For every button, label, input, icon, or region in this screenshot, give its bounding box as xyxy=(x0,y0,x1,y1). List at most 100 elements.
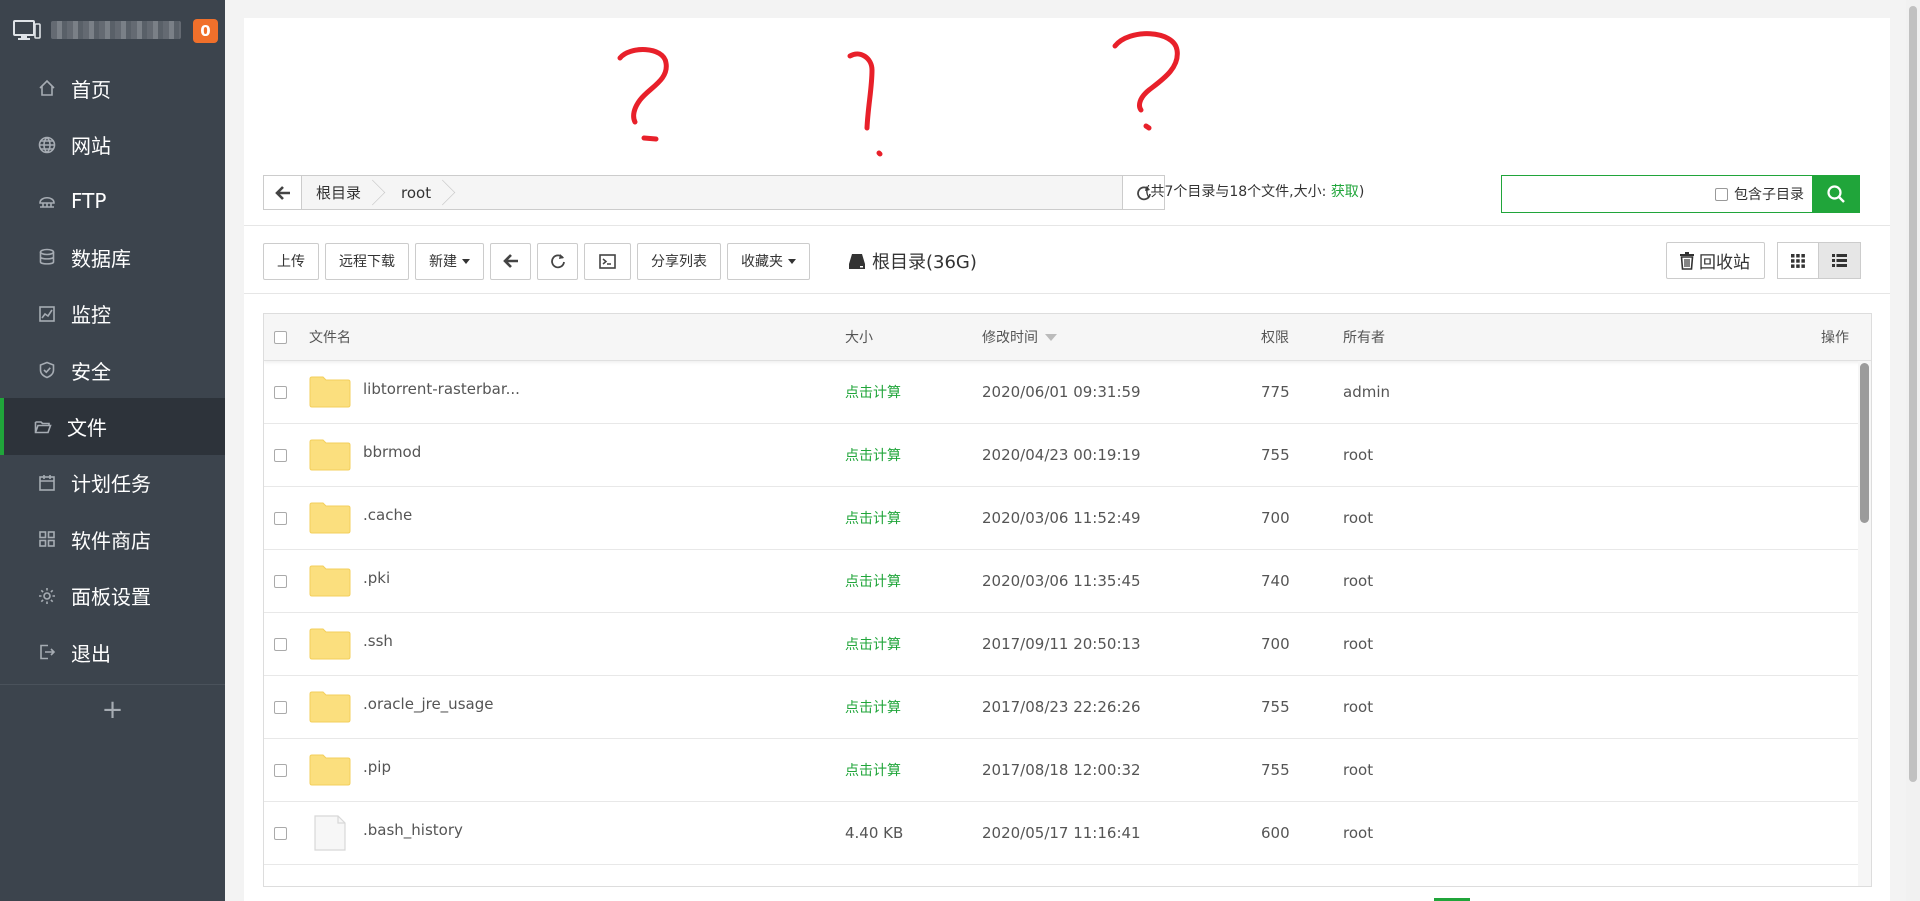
file-size[interactable]: 点击计算 xyxy=(845,760,901,780)
back-button[interactable] xyxy=(263,175,302,210)
file-name[interactable]: .ssh xyxy=(363,632,393,650)
table-row[interactable]: libtorrent-rasterbar... 点击计算 2020/06/01 09… xyxy=(264,361,1858,424)
header-size[interactable]: 大小 xyxy=(845,327,873,347)
file-name-cell[interactable]: .pki xyxy=(309,565,390,597)
file-owner: root xyxy=(1343,824,1374,842)
file-perm[interactable]: 740 xyxy=(1261,572,1290,590)
row-checkbox[interactable] xyxy=(274,826,287,840)
file-name[interactable]: bbrmod xyxy=(363,443,421,461)
file-name-cell[interactable]: .pip xyxy=(309,754,391,786)
table-row[interactable]: .pip 点击计算 2017/08/18 12:00:32 755 root xyxy=(264,739,1858,802)
sidebar-item-database[interactable]: 数据库 xyxy=(0,229,225,285)
favorites-dropdown-button[interactable]: 收藏夹 xyxy=(727,242,810,280)
sidebar-item-calendar[interactable]: 计划任务 xyxy=(0,455,225,511)
get-size-link[interactable]: 获取 xyxy=(1331,184,1359,200)
file-perm[interactable]: 600 xyxy=(1261,824,1290,842)
header-owner[interactable]: 所有者 xyxy=(1343,327,1385,347)
header-name[interactable]: 文件名 xyxy=(309,327,351,347)
search-button[interactable] xyxy=(1812,176,1859,212)
file-name-cell[interactable]: .ssh xyxy=(309,628,393,660)
file-name[interactable]: .pip xyxy=(363,758,391,776)
file-name[interactable]: .oracle_jre_usage xyxy=(363,695,493,713)
file-perm[interactable]: 755 xyxy=(1261,698,1290,716)
table-scrollbar-thumb[interactable] xyxy=(1860,363,1869,523)
monitor-chart-icon xyxy=(37,304,57,324)
file-size[interactable]: 点击计算 xyxy=(845,508,901,528)
row-checkbox[interactable] xyxy=(274,700,287,714)
file-perm[interactable]: 700 xyxy=(1261,509,1290,527)
table-row[interactable]: .ssh 点击计算 2017/09/11 20:50:13 700 root xyxy=(264,613,1858,676)
row-checkbox[interactable] xyxy=(274,763,287,777)
sidebar-item-home[interactable]: 首页 xyxy=(0,60,225,116)
upload-button[interactable]: 上传 xyxy=(263,242,319,280)
table-scrollbar[interactable] xyxy=(1858,361,1871,886)
recycle-bin-button[interactable]: 回收站 xyxy=(1666,242,1765,279)
header-mtime-label: 修改时间 xyxy=(982,330,1038,346)
file-name-cell[interactable]: libtorrent-rasterbar... xyxy=(309,376,520,408)
sidebar-item-globe[interactable]: 网站 xyxy=(0,116,225,172)
row-checkbox[interactable] xyxy=(274,448,287,462)
file-size[interactable]: 点击计算 xyxy=(845,382,901,402)
file-size[interactable]: 点击计算 xyxy=(845,697,901,717)
file-name[interactable]: .bash_history xyxy=(363,821,463,839)
row-checkbox[interactable] xyxy=(274,637,287,651)
share-list-button[interactable]: 分享列表 xyxy=(637,242,721,280)
row-checkbox[interactable] xyxy=(274,574,287,588)
folder-icon xyxy=(309,565,351,597)
file-perm[interactable]: 775 xyxy=(1261,383,1290,401)
include-subdir-option[interactable]: 包含子目录 xyxy=(1715,176,1812,212)
favorites-label: 收藏夹 xyxy=(741,254,783,270)
back-dir-button[interactable] xyxy=(490,242,531,280)
sidebar-item-label: 文件 xyxy=(67,416,107,441)
file-name-cell[interactable]: .oracle_jre_usage xyxy=(309,691,493,723)
file-name[interactable]: .pki xyxy=(363,569,390,587)
page-scrollbar[interactable] xyxy=(1906,0,1920,901)
sidebar-item-folder-open[interactable]: 文件 xyxy=(0,398,225,455)
header-mtime[interactable]: 修改时间 xyxy=(982,327,1057,347)
ftp-icon xyxy=(37,191,57,211)
file-name-cell[interactable]: .cache xyxy=(309,502,412,534)
sidebar-item-ftp[interactable]: FTP xyxy=(0,173,225,229)
breadcrumb-root[interactable]: root xyxy=(379,176,450,209)
row-checkbox[interactable] xyxy=(274,511,287,525)
select-all-checkbox[interactable] xyxy=(274,330,287,344)
page-scrollbar-thumb[interactable] xyxy=(1909,6,1917,782)
table-body: libtorrent-rasterbar... 点击计算 2020/06/01 09… xyxy=(264,361,1858,865)
new-dropdown-button[interactable]: 新建 xyxy=(415,242,484,280)
list-view-button[interactable] xyxy=(1819,242,1861,279)
breadcrumb-root-dir[interactable]: 根目录 xyxy=(302,176,380,209)
sidebar-item-monitor-chart[interactable]: 监控 xyxy=(0,286,225,342)
remote-download-button[interactable]: 远程下载 xyxy=(325,242,409,280)
file-size[interactable]: 点击计算 xyxy=(845,571,901,591)
notification-badge[interactable]: 0 xyxy=(193,19,218,43)
sidebar-item-gear[interactable]: 面板设置 xyxy=(0,568,225,624)
include-subdir-checkbox[interactable] xyxy=(1715,187,1728,201)
file-size[interactable]: 点击计算 xyxy=(845,445,901,465)
disk-selector[interactable]: 根目录(36G) xyxy=(848,248,977,274)
table-row[interactable]: .cache 点击计算 2020/03/06 11:52:49 700 root xyxy=(264,487,1858,550)
file-name-cell[interactable]: .bash_history xyxy=(309,814,463,852)
file-name-cell[interactable]: bbrmod xyxy=(309,439,421,471)
table-row[interactable]: .pki 点击计算 2020/03/06 11:35:45 740 root xyxy=(264,550,1858,613)
file-perm[interactable]: 755 xyxy=(1261,446,1290,464)
terminal-button[interactable] xyxy=(584,242,631,280)
sidebar-menu: 首页网站 FTP 数据库 监控 安全文件计划任务 软件商店 面板设置 退出 xyxy=(0,60,225,681)
table-row[interactable]: bbrmod 点击计算 2020/04/23 00:19:19 755 root xyxy=(264,424,1858,487)
sidebar-item-shield[interactable]: 安全 xyxy=(0,342,225,398)
refresh-button[interactable] xyxy=(537,242,578,280)
sidebar-item-label: 首页 xyxy=(71,77,111,102)
file-name[interactable]: libtorrent-rasterbar... xyxy=(363,380,520,398)
add-menu-button[interactable]: + xyxy=(0,684,225,735)
header-perm[interactable]: 权限 xyxy=(1261,327,1289,347)
grid-view-button[interactable] xyxy=(1777,242,1819,279)
sidebar-item-apps-grid[interactable]: 软件商店 xyxy=(0,511,225,567)
file-size[interactable]: 点击计算 xyxy=(845,634,901,654)
row-checkbox[interactable] xyxy=(274,385,287,399)
file-name[interactable]: .cache xyxy=(363,506,412,524)
sidebar-item-logout[interactable]: 退出 xyxy=(0,624,225,680)
search-input[interactable] xyxy=(1502,176,1715,212)
file-perm[interactable]: 700 xyxy=(1261,635,1290,653)
file-perm[interactable]: 755 xyxy=(1261,761,1290,779)
table-row[interactable]: .bash_history 4.40 KB 2020/05/17 11:16:41 6… xyxy=(264,802,1858,865)
table-row[interactable]: .oracle_jre_usage 点击计算 2017/08/23 22:26:26… xyxy=(264,676,1858,739)
